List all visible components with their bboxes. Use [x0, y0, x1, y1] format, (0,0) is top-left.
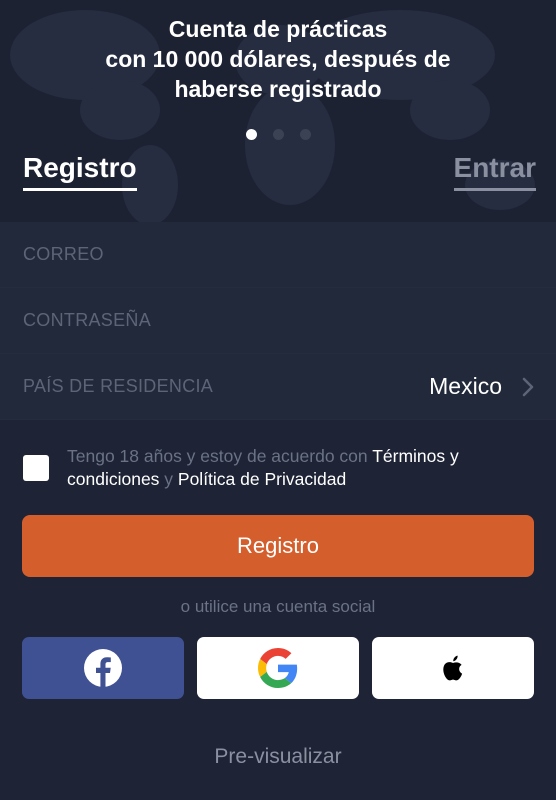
register-button[interactable]: Registro	[22, 515, 534, 577]
tab-register[interactable]: Registro	[23, 152, 137, 191]
carousel-dot-2[interactable]	[273, 129, 284, 140]
google-icon	[258, 648, 298, 688]
facebook-icon	[84, 649, 122, 687]
hero-banner: Cuenta de prácticas con 10 000 dólares, …	[0, 0, 556, 222]
password-input[interactable]	[0, 288, 556, 354]
promo-line-1: Cuenta de prácticas	[168, 16, 388, 42]
promo-text: Cuenta de prácticas con 10 000 dólares, …	[0, 14, 556, 104]
terms-text: Tengo 18 años y estoy de acuerdo con Tér…	[67, 445, 533, 491]
social-caption: o utilice una cuenta social	[180, 597, 376, 616]
email-field[interactable]: CORREO	[0, 222, 556, 288]
terms-text-and: y	[159, 469, 178, 489]
privacy-link[interactable]: Política de Privacidad	[178, 469, 346, 489]
password-field[interactable]: CONTRASEÑA	[0, 288, 556, 354]
carousel-dot-3[interactable]	[300, 129, 311, 140]
terms-checkbox[interactable]	[23, 455, 49, 481]
registration-form: CORREO CONTRASEÑA PAÍS DE RESIDENCIA Mex…	[0, 222, 556, 420]
promo-line-2: con 10 000 dólares, después de	[105, 46, 451, 72]
tab-login[interactable]: Entrar	[453, 152, 536, 191]
terms-text-start: Tengo 18 años y estoy de acuerdo con	[67, 446, 373, 466]
apple-login-button[interactable]	[372, 637, 534, 699]
country-selector[interactable]: PAÍS DE RESIDENCIA Mexico	[0, 354, 556, 420]
carousel-dot-1[interactable]	[246, 129, 257, 140]
country-label: PAÍS DE RESIDENCIA	[23, 376, 214, 396]
promo-line-3: haberse registrado	[174, 76, 382, 102]
carousel-dots	[0, 129, 556, 141]
country-value: Mexico	[429, 373, 502, 399]
google-login-button[interactable]	[197, 637, 359, 699]
apple-icon	[443, 655, 463, 681]
chevron-right-icon	[522, 377, 534, 397]
email-input[interactable]	[0, 222, 556, 288]
facebook-login-button[interactable]	[22, 637, 184, 699]
preview-link[interactable]: Pre-visualizar	[0, 745, 556, 769]
